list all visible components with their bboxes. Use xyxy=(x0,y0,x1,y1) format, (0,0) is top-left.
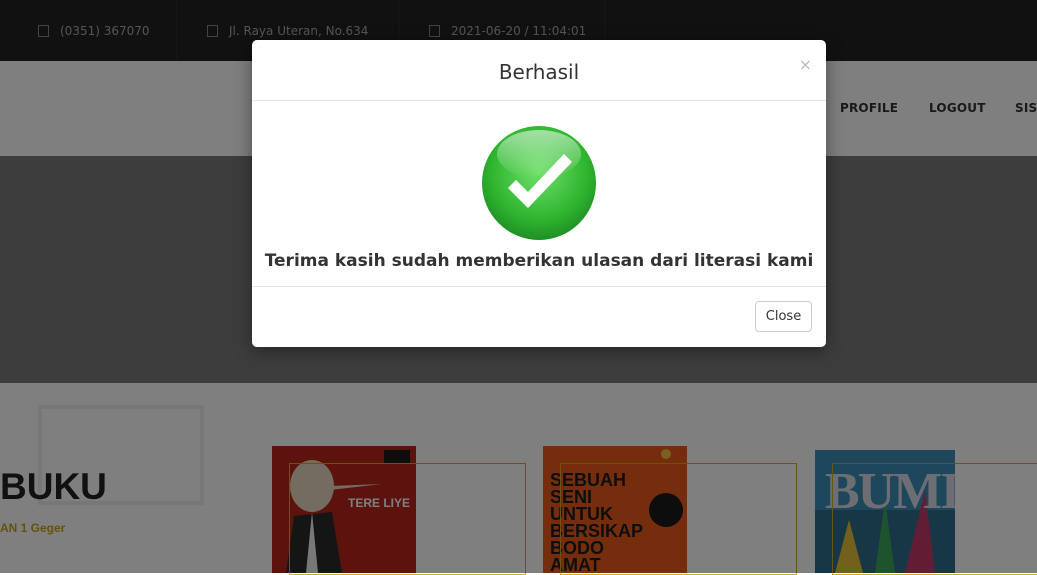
success-modal: Berhasil × Terima kasih sudah memberikan… xyxy=(252,40,826,347)
modal-footer: Close xyxy=(252,286,826,348)
close-icon[interactable]: × xyxy=(799,55,812,74)
modal-title: Berhasil xyxy=(498,60,580,84)
modal-message: Terima kasih sudah memberikan ulasan dar… xyxy=(264,251,814,271)
success-checkmark-icon xyxy=(482,126,596,240)
close-button[interactable]: Close xyxy=(755,301,812,332)
modal-header: Berhasil × xyxy=(252,40,826,101)
